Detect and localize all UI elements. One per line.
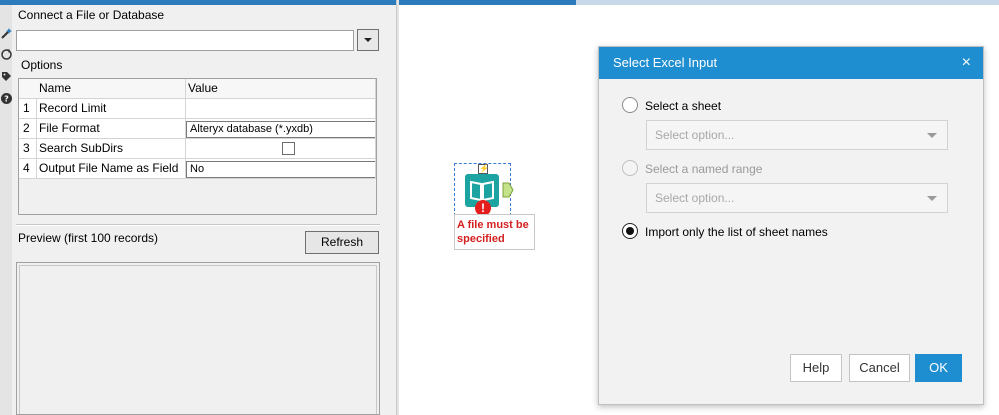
configuration-panel: ? Connect a File or Database Options Nam… xyxy=(0,0,396,415)
output-anchor[interactable] xyxy=(502,182,514,201)
grid-row-file-format[interactable]: 2 File Format Alteryx database (*.yxdb) xyxy=(19,119,376,139)
error-message: A file must be specified xyxy=(454,214,535,250)
connect-file-input[interactable] xyxy=(16,30,354,51)
named-range-select[interactable]: Select option... xyxy=(646,183,948,213)
output-filename-cell: No xyxy=(186,159,376,179)
refresh-button[interactable]: Refresh xyxy=(305,231,379,254)
row-number: 1 xyxy=(19,99,37,119)
select-excel-input-dialog: Select Excel Input × Select a sheet Sele… xyxy=(598,46,984,405)
refresh-circle-icon[interactable] xyxy=(0,47,12,61)
import-sheet-names-radio[interactable] xyxy=(622,223,638,239)
preview-label: Preview (first 100 records) xyxy=(18,231,159,245)
cancel-button[interactable]: Cancel xyxy=(849,354,910,382)
panel-top-bar xyxy=(0,0,396,5)
chevron-down-icon xyxy=(364,38,372,42)
row-name: Search SubDirs xyxy=(37,139,186,159)
grid-header-num xyxy=(19,79,37,99)
named-range-label[interactable]: Select a named range xyxy=(645,162,762,176)
grid-row-output-filename[interactable]: 4 Output File Name as Field No xyxy=(19,159,376,179)
options-label: Options xyxy=(21,58,63,72)
row-number: 3 xyxy=(19,139,37,159)
select-sheet-radio[interactable] xyxy=(622,97,638,113)
grid-header-name: Name xyxy=(37,79,186,99)
dialog-header: Select Excel Input × xyxy=(599,47,983,79)
options-grid: Name Value 1 Record Limit 2 File Format … xyxy=(18,78,377,215)
chevron-down-icon xyxy=(927,196,937,201)
sheet-select[interactable]: Select option... xyxy=(646,120,948,150)
svg-text:?: ? xyxy=(4,94,9,103)
wand-icon[interactable] xyxy=(0,26,12,40)
dialog-title: Select Excel Input xyxy=(613,55,718,70)
ok-button[interactable]: OK xyxy=(915,354,962,382)
output-filename-value: No xyxy=(190,163,205,175)
search-subdirs-cell xyxy=(186,139,376,159)
sheet-select-placeholder: Select option... xyxy=(655,128,735,142)
row-name: Record Limit xyxy=(37,99,186,119)
output-anchor-icon xyxy=(502,182,514,198)
named-range-placeholder: Select option... xyxy=(655,191,735,205)
panel-divider[interactable] xyxy=(16,224,380,226)
help-icon[interactable]: ? xyxy=(0,91,12,105)
connect-label: Connect a File or Database xyxy=(18,8,165,22)
import-sheet-names-label[interactable]: Import only the list of sheet names xyxy=(645,225,828,239)
record-limit-field[interactable] xyxy=(186,99,376,119)
help-button[interactable]: Help xyxy=(790,354,842,382)
canvas-tab-active[interactable] xyxy=(399,0,576,5)
preview-grid xyxy=(16,262,380,415)
preview-area xyxy=(19,265,377,414)
named-range-radio[interactable] xyxy=(622,160,638,176)
tag-icon[interactable] xyxy=(0,69,12,83)
file-format-cell: Alteryx database (*.yxdb) xyxy=(186,119,376,139)
close-icon[interactable]: × xyxy=(962,47,971,79)
connect-dropdown-button[interactable] xyxy=(357,29,379,51)
grid-row-search-subdirs[interactable]: 3 Search SubDirs xyxy=(19,139,376,159)
grid-row-record-limit[interactable]: 1 Record Limit xyxy=(19,99,376,119)
lightning-icon: ⚡ xyxy=(478,164,489,174)
search-subdirs-checkbox[interactable] xyxy=(282,142,295,155)
row-number: 2 xyxy=(19,119,37,139)
file-format-select[interactable]: Alteryx database (*.yxdb) xyxy=(186,121,375,138)
tool-icon-strip: ? xyxy=(0,5,12,415)
grid-header-value: Value xyxy=(186,79,376,99)
select-sheet-label[interactable]: Select a sheet xyxy=(645,99,721,113)
output-filename-select[interactable]: No xyxy=(186,161,375,178)
row-name: File Format xyxy=(37,119,186,139)
file-format-value: Alteryx database (*.yxdb) xyxy=(190,123,313,135)
row-number: 4 xyxy=(19,159,37,179)
chevron-down-icon xyxy=(927,133,937,138)
row-name: Output File Name as Field xyxy=(37,159,186,179)
grid-header-row: Name Value xyxy=(19,79,376,99)
